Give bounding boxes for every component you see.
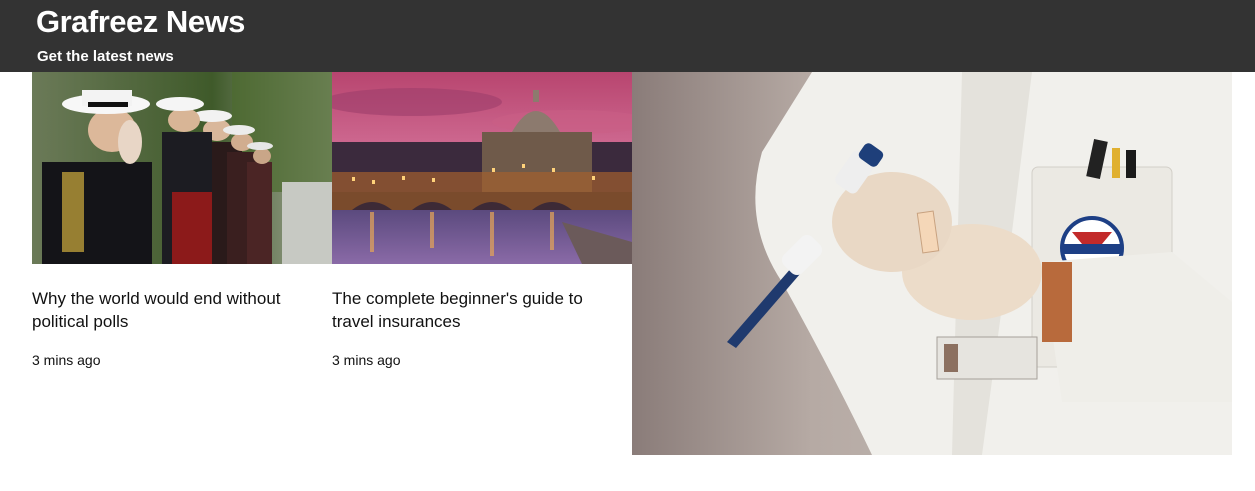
site-title[interactable]: Grafreez News — [36, 4, 245, 40]
article-timestamp: 3 mins ago — [32, 352, 101, 368]
site-header: Grafreez News Get the latest news — [0, 0, 1255, 72]
article-title[interactable]: Why the world would end without politica… — [32, 287, 322, 333]
article-title[interactable]: The complete beginner's guide to travel … — [332, 287, 622, 333]
rome-skyline-photo[interactable] — [332, 72, 632, 264]
marines-saluting-photo[interactable] — [32, 72, 332, 264]
article-card[interactable]: Why the world would end without politica… — [32, 72, 332, 368]
site-tagline: Get the latest news — [37, 48, 174, 65]
lab-technician-pipette-photo[interactable] — [632, 72, 1232, 455]
article-timestamp: 3 mins ago — [332, 352, 401, 368]
article-card[interactable]: The complete beginner's guide to travel … — [332, 72, 632, 368]
